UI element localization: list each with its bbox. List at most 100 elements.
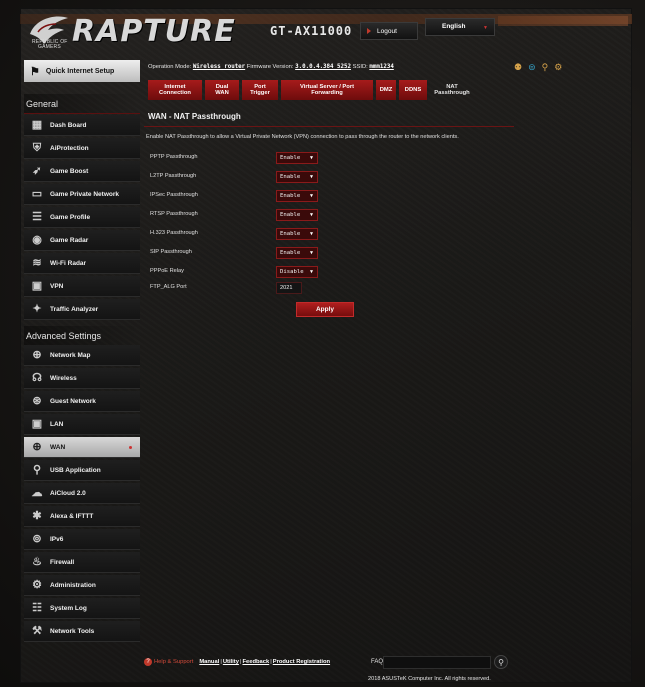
apply-button[interactable]: Apply [296,302,354,317]
footer-separator: | [239,659,242,665]
sidebar-item-label: Firewall [50,558,75,566]
settings-gear-icon[interactable]: ⚙ [554,62,562,73]
sidebar-item-guest-network[interactable]: ⊛ Guest Network [24,391,140,412]
wan-tabs: Internet Connection Dual WAN Port Trigger V… [148,80,474,100]
sidebar-item-label: Network Map [50,351,91,359]
general-section-title: General [24,94,140,114]
search-icon[interactable]: ⚲ [494,655,508,669]
setting-select[interactable]: Enable ▼ [276,228,318,240]
setting-label: RTSP Passthrough [150,211,198,217]
setting-label: IPSec Passthrough [150,192,198,198]
sidebar-item-wi-fi-radar[interactable]: ≋ Wi-Fi Radar [24,253,140,274]
active-indicator [129,446,132,449]
sidebar-item-label: Wireless [50,374,77,382]
shield-lock-icon: ⛨ [32,141,42,154]
status-icons: ⚉ ⊜ ⚲ ⚙ [514,62,562,73]
tab-ddns[interactable]: DDNS [399,80,427,100]
sidebar-item-firewall[interactable]: ♨ Firewall [24,552,140,573]
ftp-alg-port-label: FTP_ALG Port [150,284,187,290]
footer-separator: | [270,659,272,665]
quick-internet-setup-button[interactable]: ⚑ Quick Internet Setup [24,60,140,82]
sidebar-item-ipv6[interactable]: ⊚ IPv6 [24,529,140,550]
op-mode-link[interactable]: Wireless router [193,64,245,70]
product-registration-link[interactable]: Product Registration [273,659,330,665]
tab-virtual-server-port-forwarding[interactable]: Virtual Server / Port Forwarding [281,80,373,100]
sidebar-item-label: Administration [50,581,96,589]
setting-select-value: Enable [280,250,301,256]
cloud-icon: ☁ [31,486,43,499]
chevron-down-icon: ▼ [309,174,313,180]
sidebar-item-usb-application[interactable]: ⚲ USB Application [24,460,140,481]
sidebar-item-label: WAN [50,443,66,451]
ssid-link[interactable]: mmm1234 [369,64,393,70]
tab-nat-passthrough[interactable]: NAT Passthrough [430,80,474,100]
usb-status-icon[interactable]: ⚲ [542,62,549,73]
profile-list-icon: ☰ [32,210,42,223]
faq-label: FAQ [371,659,384,665]
sidebar-item-traffic-analyzer[interactable]: ✦ Traffic Analyzer [24,299,140,320]
sidebar-item-game-radar[interactable]: ◉ Game Radar [24,230,140,251]
tab-dmz[interactable]: DMZ [376,80,396,100]
faq-search-input[interactable] [383,656,491,669]
sidebar-item-alexa-ifttt[interactable]: ✱ Alexa & IFTTT [24,506,140,527]
tab-internet-connection[interactable]: Internet Connection [148,80,202,100]
rocket-icon: ➶ [32,164,42,177]
manual-link[interactable]: Manual [199,659,219,665]
firmware-label: Firmware Version: [246,64,294,70]
network-status-icon[interactable]: ⊜ [528,62,536,73]
sidebar-item-game-profile[interactable]: ☰ Game Profile [24,207,140,228]
sidebar-item-administration[interactable]: ⚙ Administration [24,575,140,596]
sidebar-item-label: AiProtection [50,144,89,152]
language-select[interactable]: English ▼ [425,18,495,36]
op-mode-label: Operation Mode: [148,64,192,70]
logout-button[interactable]: Logout [360,22,418,40]
tab-dual-wan[interactable]: Dual WAN [205,80,239,100]
setting-select[interactable]: Disable ▼ [276,266,318,278]
ipv6-icon: ⊚ [32,532,42,545]
firmware-link[interactable]: 3.0.0.4.384_5252 [295,64,351,70]
sidebar-item-network-tools[interactable]: ⚒ Network Tools [24,621,140,642]
page-description: Enable NAT Passthrough to allow a Virtua… [146,134,459,140]
sidebar-item-network-map[interactable]: ⊕ Network Map [24,345,140,366]
model-name: GT-AX11000 [270,24,353,38]
help-icon: ? [144,658,152,666]
setting-select[interactable]: Enable ▼ [276,190,318,202]
main-panel: WAN - NAT Passthrough Enable NAT Passthr… [140,104,516,644]
sidebar-item-wireless[interactable]: ☊ Wireless [24,368,140,389]
sidebar-item-system-log[interactable]: ☷ System Log [24,598,140,619]
help-support-label: Help & Support [154,659,194,665]
setting-select[interactable]: Enable ▼ [276,209,318,221]
globe-icon: ⊕ [32,440,42,453]
language-label: English [442,23,466,30]
setting-select-value: Enable [280,212,301,218]
sidebar-item-game-boost[interactable]: ➶ Game Boost [24,161,140,182]
feedback-link[interactable]: Feedback [242,659,269,665]
sidebar-item-lan[interactable]: ▣ LAN [24,414,140,435]
sidebar-item-aicloud-2-0[interactable]: ☁ AiCloud 2.0 [24,483,140,504]
alexa-icon: ✱ [32,509,42,522]
setting-select[interactable]: Enable ▼ [276,152,318,164]
usb-icon: ⚲ [32,463,42,476]
status-bar: Operation Mode: Wireless router Firmware… [148,64,518,74]
setting-select[interactable]: Enable ▼ [276,247,318,259]
lan-icon: ▣ [31,417,43,430]
sidebar-item-label: Game Private Network [50,190,120,198]
sidebar-item-label: Wi-Fi Radar [50,259,87,267]
sidebar-item-aiprotection[interactable]: ⛨ AiProtection [24,138,140,159]
utility-link[interactable]: Utility [223,659,239,665]
sidebar-item-game-private-network[interactable]: ▭ Game Private Network [24,184,140,205]
chevron-down-icon: ▼ [309,250,313,256]
header: REPUBLIC OF GAMERS RAPTURE GT-AX11000 Lo… [20,8,632,56]
network-map-icon: ⊕ [32,348,42,361]
tab-port-trigger[interactable]: Port Trigger [242,80,278,100]
firewall-icon: ♨ [32,555,42,568]
setting-select[interactable]: Enable ▼ [276,171,318,183]
play-arrow-icon [367,28,371,34]
chevron-down-icon: ▼ [483,25,488,31]
users-icon[interactable]: ⚉ [514,62,522,73]
sidebar-item-wan[interactable]: ⊕ WAN [24,437,140,458]
sidebar-item-dash-board[interactable]: ▦ Dash Board [24,115,140,136]
sidebar-item-vpn[interactable]: ▣ VPN [24,276,140,297]
guest-network-icon: ⊛ [32,394,42,407]
ftp-alg-port-input[interactable]: 2021 [276,282,302,294]
